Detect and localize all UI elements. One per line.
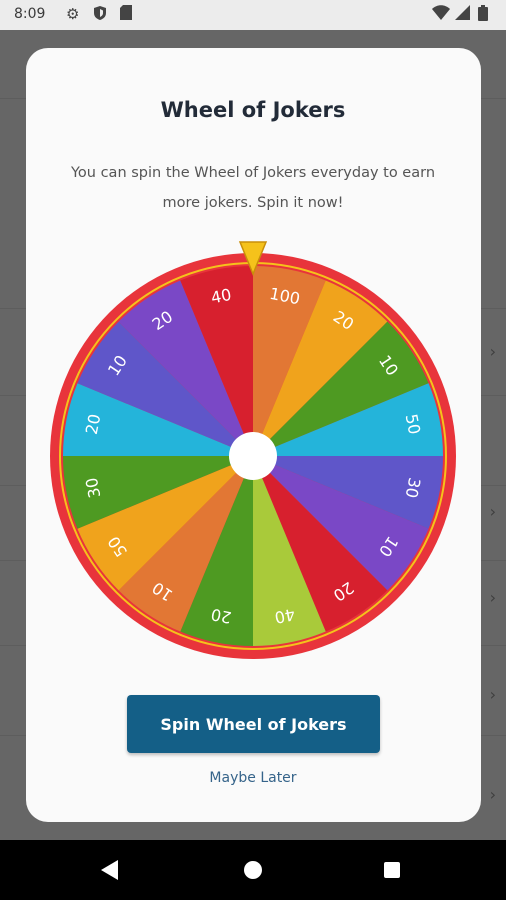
status-time: 8:09 <box>14 6 46 22</box>
shield-icon <box>93 5 107 25</box>
status-bar: 8:09 ⚙ <box>0 0 506 30</box>
signal-icon <box>455 5 470 24</box>
settings-icon: ⚙ <box>66 5 80 23</box>
chevron-right-icon: › <box>489 785 496 804</box>
prize-wheel[interactable]: 100 20 10 50 30 10 20 40 20 10 50 30 20 10 20 40 <box>50 240 460 660</box>
wheel-segment-label: 30 <box>82 476 105 500</box>
dialog-message: You can spin the Wheel of Jokers everyda… <box>70 165 436 211</box>
wheel-segment-label: 50 <box>402 412 425 436</box>
wheel-graphic: 100201050301020402010503020102040 <box>50 241 456 659</box>
maybe-later-link[interactable]: Maybe Later <box>0 770 506 786</box>
wifi-icon <box>432 5 450 24</box>
back-icon[interactable] <box>101 860 118 880</box>
wheel-segment-label: 30 <box>402 476 425 500</box>
chevron-right-icon: › <box>489 588 496 607</box>
spin-wheel-button[interactable]: Spin Wheel of Jokers <box>127 695 380 753</box>
home-icon[interactable] <box>244 861 262 879</box>
wheel-segment-label: 40 <box>209 285 233 308</box>
chevron-right-icon: › <box>489 685 496 704</box>
battery-icon <box>478 5 488 25</box>
sim-card-icon <box>120 5 132 24</box>
recent-apps-icon[interactable] <box>384 862 400 878</box>
wheel-segment-label: 20 <box>82 412 105 436</box>
wheel-segment-label: 20 <box>209 605 233 628</box>
chevron-right-icon: › <box>489 502 496 521</box>
wheel-segment-label: 40 <box>273 605 297 628</box>
navigation-bar <box>0 840 506 900</box>
chevron-right-icon: › <box>489 342 496 361</box>
dialog-title: Wheel of Jokers <box>160 98 346 122</box>
wheel-hub <box>229 432 277 480</box>
